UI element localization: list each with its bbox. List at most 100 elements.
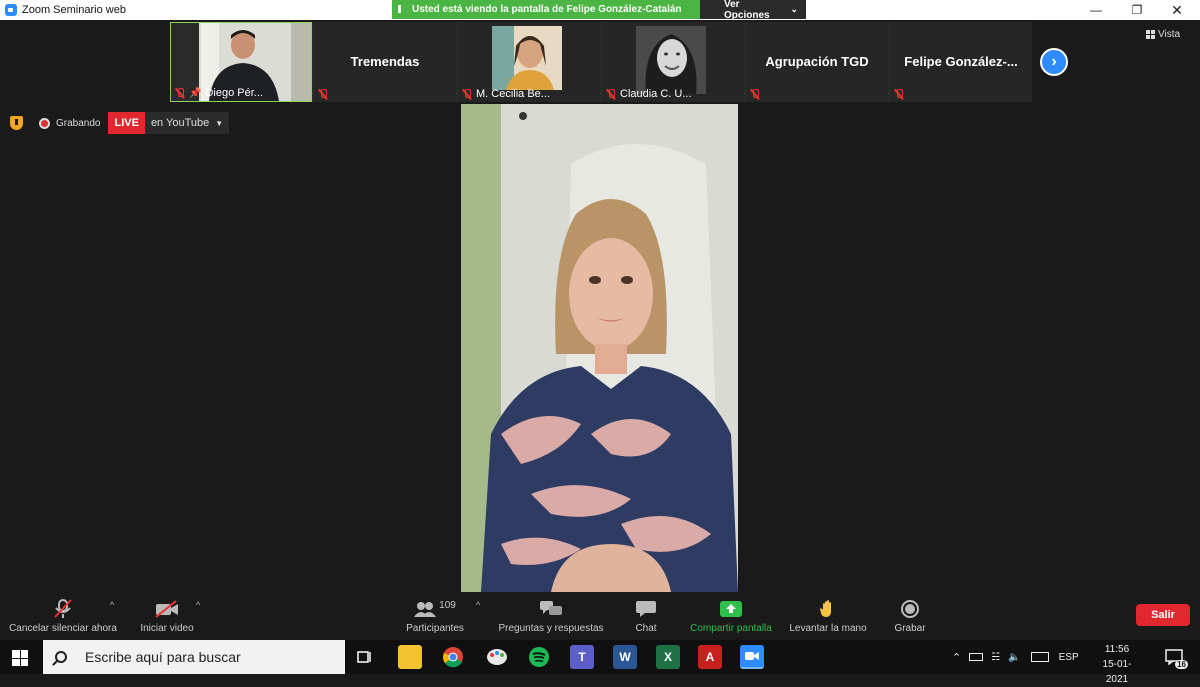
taskbar-clock[interactable]: 11:56 15-01-2021 [1094,642,1140,687]
participant-photo [492,26,562,90]
qa-button[interactable]: Preguntas y respuestas [496,594,606,638]
participants-icon: 109 [414,599,456,619]
record-icon [901,599,919,619]
gallery-tile-claudia[interactable]: Claudia C. U... [602,22,744,102]
recording-icon [39,117,50,129]
grid-view-icon [1146,30,1155,39]
qa-icon [540,599,562,619]
video-camera-off-icon [154,599,180,619]
tray-chevron-up-icon[interactable]: ⌃ [952,651,961,664]
keyboard-icon[interactable] [1030,652,1049,662]
wifi-icon[interactable]: ☵ [991,652,1000,663]
qa-label: Preguntas y respuestas [498,623,604,634]
video-options-caret-icon[interactable]: ^ [196,600,200,610]
unmute-button[interactable]: Cancelar silenciar ahora [6,594,120,638]
share-screen-button[interactable]: Compartir pantalla [684,594,778,638]
excel-icon[interactable]: X [656,645,680,669]
restore-icon: ❐ [1131,3,1143,17]
participant-name: Tremendas [350,54,420,69]
unmute-label: Cancelar silenciar ahora [9,623,117,634]
meeting-toolbar: Cancelar silenciar ahora ^ Iniciar video… [0,594,1200,638]
recording-status-row: Grabando LIVE en YouTube ▼ [10,112,230,134]
participants-button[interactable]: 109 Participantes [400,594,470,638]
windows-taskbar: Escribe aquí para buscar T W X A ⌃ ☵ 🔈 E… [0,640,1200,685]
teams-icon[interactable]: T [570,645,594,669]
window-title: Zoom Seminario web [22,4,126,16]
mic-muted-icon [606,88,616,100]
paint-icon[interactable] [485,645,509,669]
chat-label: Chat [635,623,657,634]
live-platform-label: en YouTube [150,117,210,129]
share-screen-icon [720,599,742,619]
pin-icon: 📌 [189,87,202,99]
notifications-icon[interactable]: 16 [1160,645,1188,669]
clock-time: 11:56 [1104,644,1130,655]
participants-count: 109 [439,599,456,611]
mic-muted-icon [175,87,185,99]
search-icon [55,651,67,663]
share-screen-label: Compartir pantalla [690,623,772,634]
gallery-tile-felipe[interactable]: Felipe González-... [890,22,1032,102]
speaker-icon [398,5,404,13]
clock-date: 15-01-2021 [1102,659,1132,685]
next-page-button[interactable]: › [1040,48,1068,76]
minimize-icon: — [1090,3,1102,17]
live-platform-dropdown[interactable]: en YouTube ▼ [144,112,230,134]
share-banner: Usted está viendo la pantalla de Felipe … [392,0,806,21]
share-banner-text: Usted está viendo la pantalla de Felipe … [412,4,682,15]
task-view-icon[interactable] [353,645,377,669]
view-button[interactable]: Vista [1146,29,1180,40]
minimize-button[interactable]: — [1073,0,1119,20]
gallery-tile-diego[interactable]: 📌 Diego Pér... [170,22,312,102]
language-indicator[interactable]: ESP [1059,652,1079,663]
record-label: Grabar [894,623,926,634]
raise-hand-button[interactable]: Levantar la mano [786,594,870,638]
volume-icon[interactable]: 🔈 [1008,652,1020,663]
chat-button[interactable]: Chat [626,594,666,638]
participant-name: Claudia C. U... [620,88,692,100]
view-label: Vista [1158,29,1181,40]
recording-label: Grabando [56,117,101,129]
acrobat-icon[interactable]: A [698,645,722,669]
start-video-button[interactable]: Iniciar video [134,594,200,638]
microphone-muted-icon [52,599,74,619]
system-tray: ⌃ ☵ 🔈 ESP [952,640,1079,674]
record-button[interactable]: Grabar [888,594,932,638]
chat-icon [636,599,656,619]
mic-muted-icon [750,89,760,100]
spotify-icon[interactable] [527,645,551,669]
view-options-label: Ver Opciones [724,0,770,21]
chevron-right-icon: › [1051,53,1057,70]
raise-hand-label: Levantar la mano [789,623,867,634]
participant-label [318,89,328,100]
participants-caret-icon[interactable]: ^ [476,600,480,610]
security-shield-icon[interactable] [10,116,23,130]
main-speaker-video [461,104,738,592]
gallery-tile-agrupacion[interactable]: Agrupación TGD [746,22,888,102]
participant-name: Diego Pér... [205,87,263,99]
windows-start-icon[interactable] [12,650,28,666]
caret-down-icon: ▼ [215,118,224,128]
gallery-tile-tremendas[interactable]: Tremendas [314,22,456,102]
audio-options-caret-icon[interactable]: ^ [110,600,114,610]
zoom-app-icon [5,4,17,16]
gallery-tile-cecilia[interactable]: M. Cecilia Be... [458,22,600,102]
start-video-label: Iniciar video [140,623,194,634]
zoom-taskbar-icon[interactable] [740,645,764,669]
mic-muted-icon [894,89,904,100]
participant-label: M. Cecilia Be... [462,88,550,100]
word-icon[interactable]: W [613,645,637,669]
battery-icon[interactable] [969,653,984,661]
view-options-button[interactable]: Ver Opciones ⌄ [700,0,806,21]
close-icon: ✕ [1171,1,1183,18]
raise-hand-icon [820,599,836,619]
search-placeholder: Escribe aquí para buscar [85,649,241,665]
taskbar-search-input[interactable]: Escribe aquí para buscar [43,640,345,674]
file-explorer-icon[interactable] [398,645,422,669]
close-button[interactable]: ✕ [1154,0,1200,20]
live-badge: LIVE [108,112,145,134]
notifications-count: 16 [1175,660,1188,669]
participant-photo [636,26,706,94]
leave-button[interactable]: Salir [1136,604,1190,626]
chrome-icon[interactable] [441,645,465,669]
